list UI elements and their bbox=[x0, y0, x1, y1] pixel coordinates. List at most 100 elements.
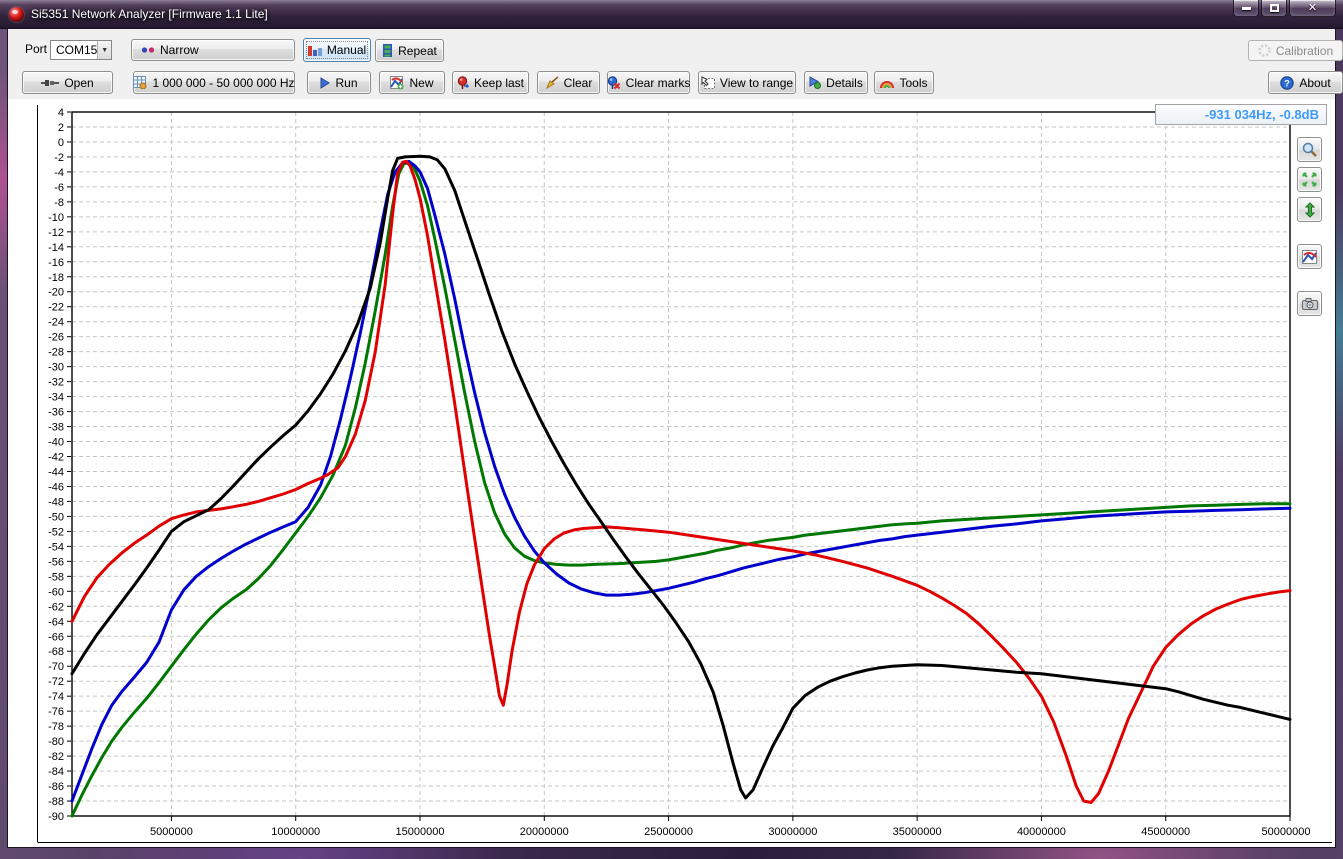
y-tick-label: 2 bbox=[58, 122, 64, 134]
x-tick-label: 30000000 bbox=[768, 826, 817, 838]
details-icon bbox=[809, 76, 821, 89]
calibration-button[interactable]: Calibration bbox=[1248, 40, 1343, 61]
tools-icon bbox=[880, 77, 894, 89]
range-icon bbox=[133, 76, 147, 89]
toolbar: Port COM15 ▼ Narrow Manual bbox=[8, 29, 1335, 99]
narrow-button[interactable]: Narrow bbox=[131, 39, 295, 61]
y-tick-label: -28 bbox=[48, 347, 64, 359]
y-tick-label: -10 bbox=[48, 212, 64, 224]
desktop: Si5351 Network Analyzer [Firmware 1.1 Li… bbox=[0, 0, 1343, 859]
y-tick-label: -52 bbox=[48, 526, 64, 538]
port-select[interactable]: COM15 ▼ bbox=[50, 40, 112, 60]
details-button[interactable]: Details bbox=[804, 71, 868, 94]
y-tick-label: -36 bbox=[48, 407, 64, 419]
frequency-response-chart[interactable]: 420-2-4-6-8-10-12-14-16-18-20-22-24-26-2… bbox=[8, 99, 1335, 847]
app-icon bbox=[9, 7, 24, 22]
vertical-fit-button[interactable] bbox=[1297, 197, 1322, 222]
keep-last-icon bbox=[457, 76, 469, 90]
y-tick-label: -84 bbox=[48, 766, 64, 778]
y-tick-label: 0 bbox=[58, 137, 64, 149]
open-button[interactable]: Open bbox=[22, 71, 113, 94]
maximize-icon bbox=[1270, 4, 1279, 12]
y-tick-label: -62 bbox=[48, 601, 64, 613]
y-tick-label: -64 bbox=[48, 616, 64, 628]
range-button[interactable]: 1 000 000 - 50 000 000 Hz bbox=[133, 71, 295, 94]
minimize-icon bbox=[1242, 7, 1251, 10]
x-tick-label: 25000000 bbox=[644, 826, 693, 838]
y-tick-label: -86 bbox=[48, 781, 64, 793]
y-tick-label: -54 bbox=[48, 541, 64, 553]
x-tick-label: 20000000 bbox=[520, 826, 569, 838]
window-title: Si5351 Network Analyzer [Firmware 1.1 Li… bbox=[31, 7, 268, 21]
y-tick-label: -12 bbox=[48, 227, 64, 239]
y-tick-label: -44 bbox=[48, 466, 64, 478]
y-tick-label: -78 bbox=[48, 721, 64, 733]
y-tick-label: -70 bbox=[48, 661, 64, 673]
clear-icon bbox=[545, 76, 559, 89]
close-button[interactable]: ✕ bbox=[1289, 0, 1336, 17]
narrow-icon bbox=[141, 46, 155, 54]
view-to-range-button[interactable]: View to range bbox=[698, 71, 796, 94]
vertical-fit-icon bbox=[1305, 202, 1315, 218]
y-tick-label: -32 bbox=[48, 377, 64, 389]
y-tick-label: -24 bbox=[48, 317, 64, 329]
y-tick-label: -74 bbox=[48, 691, 64, 703]
clear-marks-button[interactable]: Clear marks bbox=[607, 71, 690, 94]
trace-black bbox=[72, 156, 1290, 798]
new-button[interactable]: New bbox=[379, 71, 445, 94]
y-tick-label: -38 bbox=[48, 422, 64, 434]
client-area: Port COM15 ▼ Narrow Manual bbox=[8, 29, 1335, 847]
y-tick-label: -40 bbox=[48, 437, 64, 449]
y-tick-label: -2 bbox=[54, 152, 64, 164]
minimize-button[interactable] bbox=[1233, 0, 1259, 17]
svg-text:?: ? bbox=[1285, 78, 1291, 88]
y-tick-label: -26 bbox=[48, 332, 64, 344]
y-tick-label: -14 bbox=[48, 242, 64, 254]
snapshot-button[interactable] bbox=[1297, 291, 1322, 316]
y-tick-label: -6 bbox=[54, 182, 64, 194]
fit-button[interactable] bbox=[1297, 167, 1322, 192]
y-tick-label: -90 bbox=[48, 811, 64, 823]
trace-blue bbox=[72, 161, 1290, 801]
chart-mode-button[interactable] bbox=[1297, 244, 1322, 269]
title-bar[interactable]: Si5351 Network Analyzer [Firmware 1.1 Li… bbox=[0, 0, 1343, 29]
y-tick-label: -48 bbox=[48, 496, 64, 508]
y-tick-label: -30 bbox=[48, 362, 64, 374]
manual-button[interactable]: Manual bbox=[303, 38, 371, 62]
y-tick-label: -22 bbox=[48, 302, 64, 314]
keep-last-button[interactable]: Keep last bbox=[452, 71, 529, 94]
tools-button[interactable]: Tools bbox=[874, 71, 934, 94]
calibration-icon bbox=[1258, 44, 1271, 57]
y-tick-label: -60 bbox=[48, 586, 64, 598]
chart-mode-icon bbox=[1302, 250, 1317, 264]
new-icon bbox=[390, 76, 404, 90]
run-button[interactable]: Run bbox=[307, 71, 371, 94]
y-tick-label: -56 bbox=[48, 556, 64, 568]
about-button[interactable]: ? About bbox=[1268, 71, 1343, 94]
repeat-button[interactable]: Repeat bbox=[375, 39, 444, 62]
y-tick-label: -8 bbox=[54, 197, 64, 209]
y-tick-label: -20 bbox=[48, 287, 64, 299]
y-tick-label: -82 bbox=[48, 751, 64, 763]
open-icon bbox=[41, 78, 59, 88]
y-tick-label: -34 bbox=[48, 392, 64, 404]
run-icon bbox=[320, 77, 330, 89]
x-tick-label: 45000000 bbox=[1141, 826, 1190, 838]
view-to-range-icon bbox=[701, 76, 715, 90]
chart-panel: 420-2-4-6-8-10-12-14-16-18-20-22-24-26-2… bbox=[8, 99, 1335, 847]
y-tick-label: -72 bbox=[48, 676, 64, 688]
trace-red bbox=[72, 161, 1290, 802]
clear-button[interactable]: Clear bbox=[537, 71, 600, 94]
port-value: COM15 bbox=[56, 43, 97, 57]
trace-green bbox=[72, 163, 1290, 816]
x-tick-label: 50000000 bbox=[1262, 826, 1311, 838]
x-tick-label: 5000000 bbox=[150, 826, 193, 838]
manual-icon bbox=[308, 44, 322, 56]
maximize-button[interactable] bbox=[1261, 0, 1287, 17]
y-tick-label: -4 bbox=[54, 167, 64, 179]
y-tick-label: -58 bbox=[48, 571, 64, 583]
y-tick-label: -50 bbox=[48, 511, 64, 523]
y-tick-label: -46 bbox=[48, 481, 64, 493]
zoom-button[interactable] bbox=[1297, 137, 1322, 162]
y-tick-label: -16 bbox=[48, 257, 64, 269]
